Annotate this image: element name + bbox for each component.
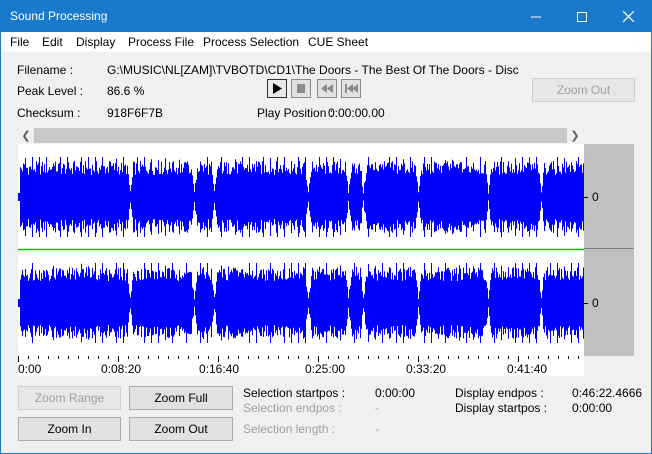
channel-1-level-label: 0	[592, 190, 599, 204]
horizontal-scrollbar[interactable]: ❮ ❯	[18, 128, 583, 143]
minimize-button[interactable]	[513, 1, 559, 32]
window-title: Sound Processing	[10, 9, 108, 23]
selection-length-value: -	[375, 422, 379, 436]
stop-button[interactable]	[291, 79, 311, 98]
filename-value: G:\MUSIC\NL[ZAM]\TVBOTD\CD1\The Doors - …	[107, 63, 519, 77]
menu-file[interactable]: File	[10, 35, 29, 49]
play-position-value: 0:00:00.00	[328, 106, 385, 120]
title-bar[interactable]: Sound Processing	[1, 1, 651, 32]
timeline-label: 0:08:20	[101, 362, 142, 376]
timeline-label: 0:16:40	[199, 362, 240, 376]
zoom-full-button[interactable]: Zoom Full	[129, 386, 233, 410]
waveform-display[interactable]	[18, 144, 584, 356]
zoom-out-button[interactable]: Zoom Out	[129, 417, 233, 441]
selection-endpos-label: Selection endpos :	[243, 401, 342, 415]
level-tick-top	[584, 197, 588, 198]
peak-level-value: 86.6 %	[107, 84, 145, 98]
level-tick-bottom	[584, 303, 588, 304]
back-to-start-button[interactable]	[341, 79, 361, 98]
selection-startpos-value: 0:00:00	[375, 386, 416, 400]
selection-length-label: Selection length :	[243, 422, 336, 436]
display-startpos-value: 0:00:00	[572, 401, 613, 415]
timeline-ruler[interactable]: 0:00 0:08:20 0:16:40 0:25:00 0:33:20 0:4…	[18, 356, 584, 376]
sound-processing-window: Sound Processing File Edit Display Proce…	[0, 0, 652, 454]
play-button[interactable]	[267, 79, 287, 98]
level-panel-divider	[584, 248, 634, 249]
checksum-value: 918F6F7B	[107, 106, 164, 120]
timeline-label: 0:00	[18, 362, 42, 376]
channel-2-level-label: 0	[592, 296, 599, 310]
filename-label: Filename :	[17, 63, 74, 77]
menu-process-selection[interactable]: Process Selection	[203, 35, 299, 49]
rewind-button[interactable]	[317, 79, 337, 98]
close-button[interactable]	[605, 1, 651, 32]
timeline-label: 0:33:20	[406, 362, 447, 376]
play-position-label: Play Position :	[257, 106, 334, 120]
scroll-thumb[interactable]	[34, 128, 567, 143]
display-endpos-label: Display endpos :	[455, 386, 544, 400]
stop-icon	[297, 84, 305, 93]
menu-edit[interactable]: Edit	[42, 35, 63, 49]
channel-1-waveform	[18, 157, 584, 237]
menu-process-file[interactable]: Process File	[128, 35, 194, 49]
timeline-label: 0:25:00	[305, 362, 346, 376]
selection-endpos-value: -	[375, 401, 379, 415]
minimize-icon	[531, 16, 541, 17]
channel-2-waveform	[18, 263, 584, 343]
menu-bar: File Edit Display Process File Process S…	[1, 32, 651, 52]
close-icon	[622, 11, 634, 22]
play-icon	[273, 83, 282, 94]
display-endpos-value: 0:46:22.4666	[572, 386, 643, 400]
scroll-left-arrow-icon[interactable]: ❮	[18, 128, 34, 143]
zoom-in-button[interactable]: Zoom In	[18, 417, 121, 441]
display-startpos-label: Display startpos :	[455, 401, 548, 415]
peak-level-label: Peak Level :	[17, 84, 84, 98]
maximize-icon	[577, 11, 587, 22]
menu-display[interactable]: Display	[76, 35, 115, 49]
checksum-label: Checksum :	[17, 106, 81, 120]
back-to-start-icon	[345, 84, 358, 93]
menu-cue-sheet[interactable]: CUE Sheet	[308, 35, 368, 49]
zoom-range-button[interactable]: Zoom Range	[18, 386, 121, 410]
maximize-button[interactable]	[559, 1, 605, 32]
zoom-out-top-button[interactable]: Zoom Out	[532, 78, 635, 102]
rewind-icon	[321, 84, 333, 93]
timeline-label: 0:41:40	[507, 362, 548, 376]
selection-startpos-label: Selection startpos :	[243, 386, 346, 400]
scroll-right-arrow-icon[interactable]: ❯	[567, 128, 583, 143]
waveform-canvas[interactable]	[18, 144, 584, 356]
level-panel: 0 0	[584, 144, 634, 356]
